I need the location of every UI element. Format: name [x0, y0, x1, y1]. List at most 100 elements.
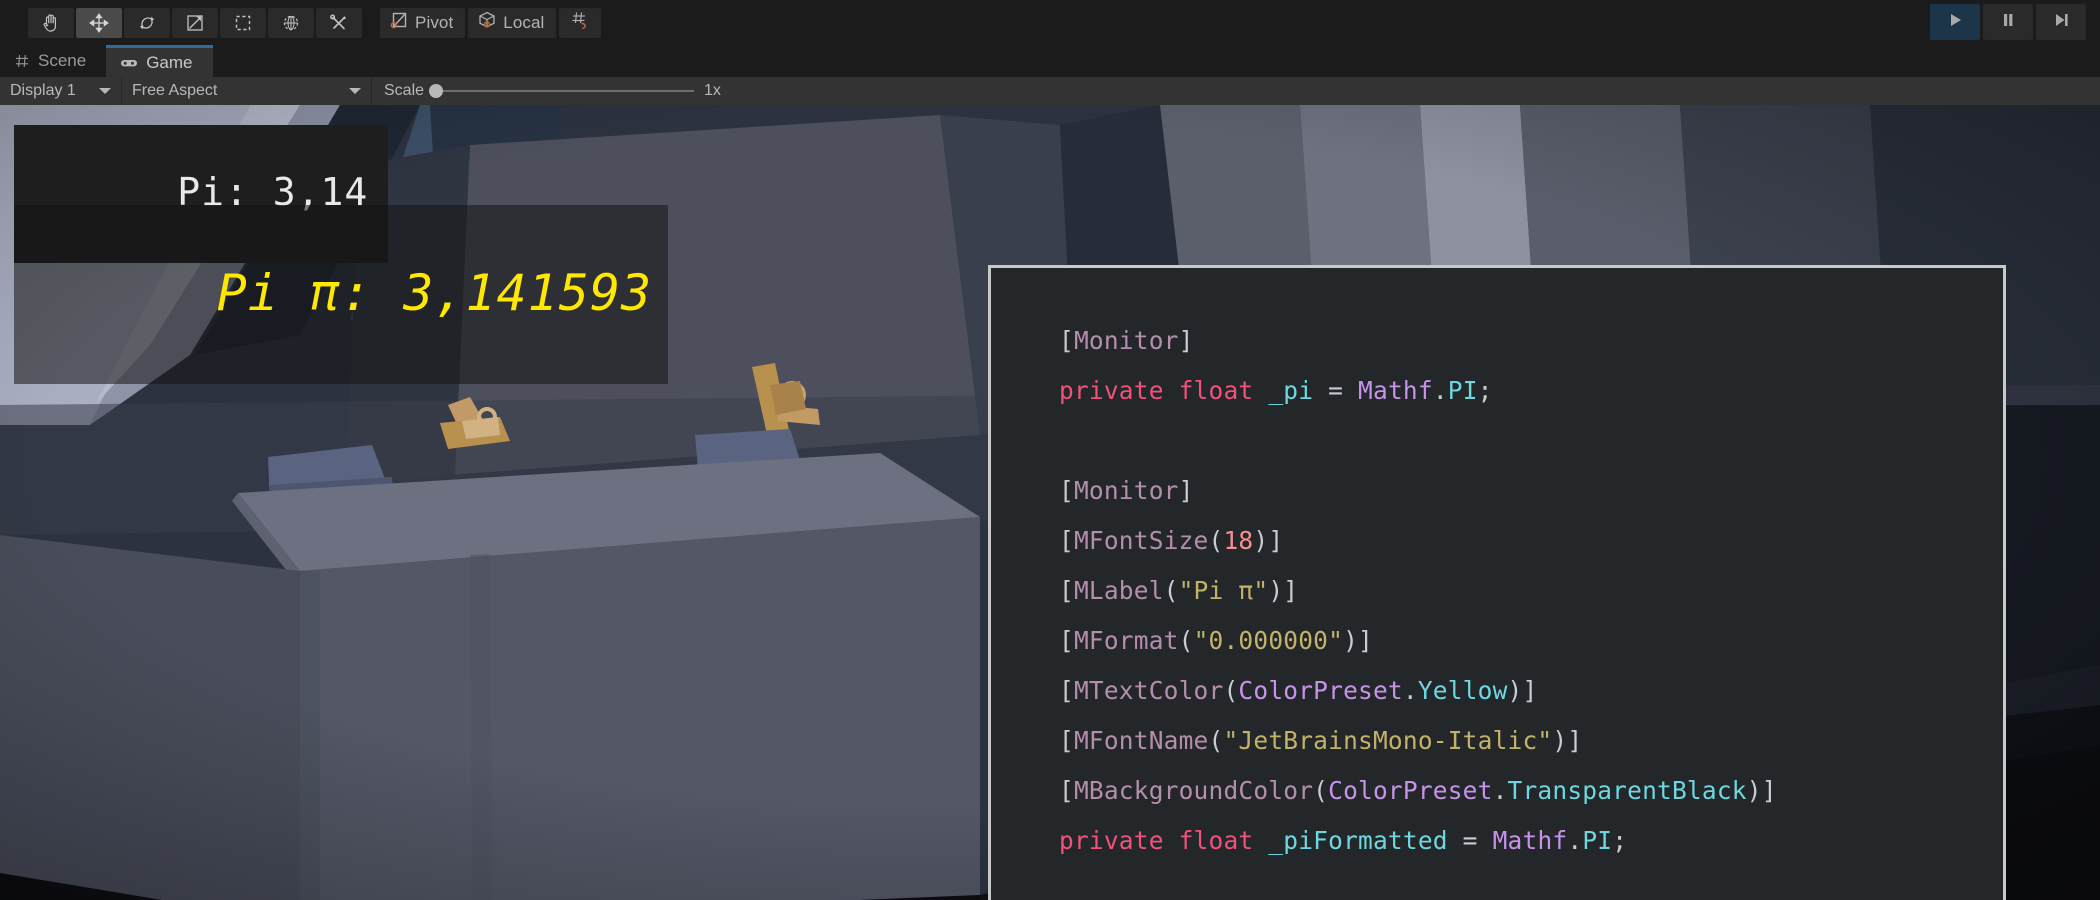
rotate-tool-button[interactable] — [124, 7, 170, 38]
display-dropdown[interactable]: Display 1 — [0, 77, 122, 105]
code-token: )] — [1343, 626, 1373, 655]
code-token: . — [1432, 376, 1448, 405]
code-token: ] — [1178, 326, 1194, 355]
code-snippet-panel: [Monitor] private float _pi = Mathf.PI; [… — [988, 265, 2006, 900]
scale-slider-knob[interactable] — [429, 84, 444, 98]
pause-button[interactable] — [1983, 4, 2033, 40]
code-token: [ — [1059, 626, 1074, 655]
display-dropdown-label: Display 1 — [10, 82, 76, 99]
grid-snapping-button[interactable] — [559, 7, 602, 38]
code-token: MBackgroundColor — [1073, 776, 1314, 805]
code-token: float — [1178, 826, 1254, 855]
code-token: Monitor — [1073, 326, 1179, 355]
pause-icon — [1998, 10, 2018, 35]
code-token: )] — [1552, 726, 1583, 755]
code-token: MFontSize — [1073, 526, 1209, 555]
transform-tool-button[interactable] — [268, 7, 314, 38]
code-token: )] — [1253, 526, 1284, 555]
code-token: [ — [1059, 776, 1074, 805]
code-line: [MTextColor(ColorPreset.Yellow)] — [1059, 666, 2003, 716]
editor-toolbar: Pivot Local — [0, 0, 2100, 45]
tab-game-label: Game — [146, 52, 193, 72]
tab-scene[interactable]: Scene — [0, 45, 106, 77]
code-token: = — [1313, 376, 1359, 405]
scale-icon — [184, 12, 206, 34]
code-token: . — [1402, 676, 1418, 705]
code-token: Yellow — [1417, 676, 1508, 705]
code-token: _pi — [1268, 376, 1314, 405]
code-token: ] — [1178, 476, 1194, 505]
hand-icon — [40, 12, 62, 34]
code-token: ColorPreset — [1328, 776, 1493, 805]
code-token: Mathf — [1358, 376, 1433, 405]
rect-tool-button[interactable] — [220, 7, 266, 38]
chevron-down-icon — [349, 88, 361, 94]
move-tool-button[interactable] — [76, 7, 122, 38]
handle-space-label: Local — [503, 12, 545, 32]
code-token: Mathf — [1492, 826, 1568, 855]
view-tabbar: Scene Game — [0, 45, 2100, 77]
code-token: float — [1178, 376, 1254, 405]
code-snippet-text: [Monitor] private float _pi = Mathf.PI; [… — [1059, 316, 2003, 866]
pivot-mode-button[interactable]: Pivot — [380, 7, 466, 38]
scale-tool-button[interactable] — [172, 7, 218, 38]
code-token: ; — [1612, 826, 1628, 855]
code-token: . — [1492, 776, 1508, 805]
pivot-icon — [388, 9, 410, 36]
hand-tool-button[interactable] — [28, 7, 74, 38]
aspect-dropdown[interactable]: Free Aspect — [122, 77, 372, 105]
wrench-icon — [328, 12, 350, 34]
unity-editor-window: Pivot Local Scene Game Display 1 Free As… — [0, 0, 2100, 900]
code-token: MFontName — [1073, 726, 1209, 755]
hud-label-pi-formatted-text: Pi π: 3,141593 — [216, 263, 653, 322]
code-token: PI — [1582, 826, 1613, 855]
code-token: Monitor — [1073, 476, 1179, 505]
code-line: private float _piFormatted = Mathf.PI; — [1059, 816, 2003, 866]
scale-slider-track[interactable] — [429, 84, 695, 98]
code-line: private float _pi = Mathf.PI; — [1059, 366, 2003, 416]
rect-icon — [232, 12, 254, 34]
code-token: ( — [1208, 526, 1224, 555]
gamepad-icon — [120, 55, 138, 71]
code-token: [ — [1059, 326, 1074, 355]
move-icon — [88, 12, 110, 34]
code-token: ( — [1178, 626, 1194, 655]
step-forward-icon — [2051, 10, 2071, 35]
code-token: = — [1447, 826, 1493, 855]
code-line: [MFontName("JetBrainsMono-Italic")] — [1059, 716, 2003, 766]
code-token: "JetBrainsMono-Italic" — [1223, 726, 1553, 755]
code-token: [ — [1059, 526, 1074, 555]
rotate-icon — [136, 12, 158, 34]
code-token: ColorPreset — [1238, 676, 1403, 705]
code-line: [MBackgroundColor(ColorPreset.Transparen… — [1059, 766, 2003, 816]
code-token: "0.000000" — [1193, 626, 1344, 655]
grid-snap-icon — [569, 9, 591, 36]
playmode-controls — [1927, 4, 2086, 40]
code-token: [ — [1059, 676, 1074, 705]
handle-space-button[interactable]: Local — [468, 7, 557, 38]
code-line: [Monitor] — [1059, 466, 2003, 516]
custom-tool-button[interactable] — [316, 7, 362, 38]
code-token: MLabel — [1073, 576, 1164, 605]
scale-label: Scale — [384, 82, 425, 99]
tab-scene-label: Scene — [38, 51, 87, 70]
tab-game[interactable]: Game — [106, 45, 213, 77]
code-token: TransparentBlack — [1507, 776, 1747, 805]
grid-icon — [14, 53, 30, 69]
code-token: ( — [1208, 726, 1224, 755]
scale-slider-group[interactable]: Scale 1x — [372, 77, 721, 105]
game-control-bar: Display 1 Free Aspect Scale 1x — [0, 77, 2100, 105]
transform-tools-group — [28, 7, 364, 38]
scale-value-label: 1x — [704, 82, 721, 99]
code-token: MTextColor — [1073, 676, 1224, 705]
chevron-down-icon — [99, 88, 111, 94]
code-token: _piFormatted — [1268, 826, 1448, 855]
step-button[interactable] — [2036, 4, 2086, 40]
code-line: [MFontSize(18)] — [1059, 516, 2003, 566]
play-button[interactable] — [1930, 4, 1980, 40]
game-view-canvas[interactable]: Pi: 3,14 Pi π: 3,141593 [Monitor] private… — [0, 105, 2100, 900]
